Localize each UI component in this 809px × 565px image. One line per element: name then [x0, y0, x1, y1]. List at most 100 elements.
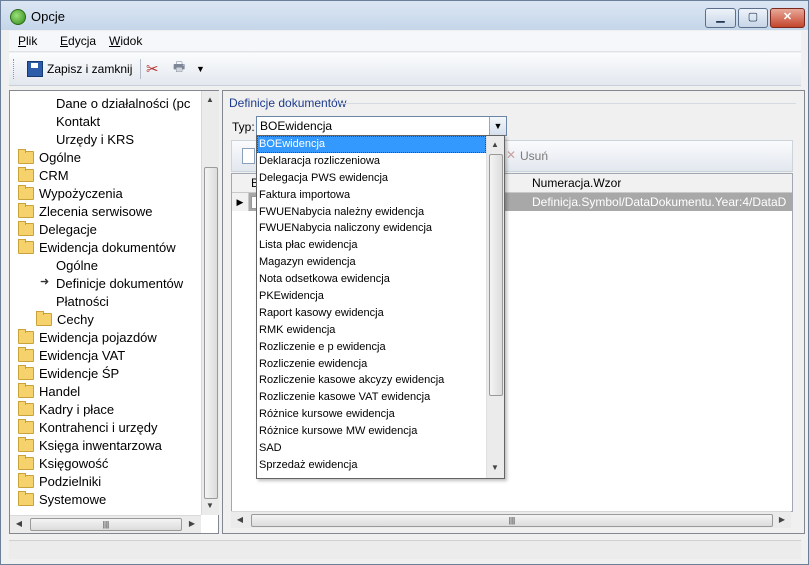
dropdown-scrollbar[interactable]: ▲ ▼ — [486, 136, 504, 478]
folder-icon — [18, 382, 34, 398]
tree-item[interactable]: Kontakt — [56, 112, 100, 130]
tree-item-label: Księga inwentarzowa — [39, 437, 162, 453]
tree-item-label: Wypożyczenia — [39, 185, 123, 201]
scroll-down-icon[interactable]: ▼ — [202, 498, 218, 514]
dropdown-option[interactable]: Rozliczenie e p ewidencja — [257, 339, 486, 356]
title-bar[interactable]: Opcje ▁ ▢ ✕ — [1, 1, 808, 30]
tree-item[interactable]: Kadry i płace — [18, 400, 114, 418]
dropdown-option[interactable]: Lista płac ewidencja — [257, 237, 486, 254]
tree-item-label: Księgowość — [39, 455, 109, 471]
menu-bar: Plik Edycja Widok — [9, 31, 801, 52]
folder-icon — [18, 490, 34, 506]
tree-item[interactable]: Ewidencja pojazdów — [18, 328, 157, 346]
close-button[interactable]: ✕ — [770, 8, 805, 28]
tree-item-label: Kontakt — [56, 113, 101, 129]
tree-item[interactable]: Delegacje — [18, 220, 97, 238]
toolbar: Zapisz i zamknij ✂ 🖶 ▼ — [9, 53, 801, 86]
dropdown-scroll-thumb[interactable] — [489, 154, 503, 396]
scroll-left-icon[interactable]: ◀ — [11, 516, 27, 532]
dropdown-option[interactable]: Nota odsetkowa ewidencja — [257, 271, 486, 288]
tree-item[interactable]: Kontrahenci i urzędy — [18, 418, 158, 436]
printer-icon[interactable]: 🖶 — [173, 59, 185, 79]
folder-icon — [18, 418, 34, 434]
dropdown-option[interactable]: Delegacja PWS ewidencja — [257, 170, 486, 187]
tree-item[interactable]: Handel — [18, 382, 80, 400]
folder-icon — [18, 454, 34, 470]
menu-edycja[interactable]: Edycja — [60, 34, 96, 48]
tree-hscroll-thumb[interactable]: ||| — [30, 518, 182, 531]
column-header-numeracja[interactable]: Numeracja.Wzor — [532, 176, 621, 190]
dropdown-scroll-up-icon[interactable]: ▲ — [487, 137, 503, 153]
tree-item[interactable]: Ogólne — [18, 148, 81, 166]
minimize-button[interactable]: ▁ — [705, 8, 736, 28]
status-bar — [9, 540, 801, 559]
tree-item[interactable]: Dane o działalności (pc — [56, 94, 190, 112]
delete-button[interactable]: Usuń — [520, 149, 548, 163]
dropdown-option[interactable]: Sprzedaż ewidencja — [257, 457, 486, 474]
dropdown-option[interactable]: RMK ewidencja — [257, 322, 486, 339]
dropdown-option[interactable]: Deklaracja rozliczeniowa — [257, 153, 486, 170]
dropdown-option[interactable]: Magazyn ewidencja — [257, 254, 486, 271]
tree-item[interactable]: CRM — [18, 166, 69, 184]
save-close-button[interactable]: Zapisz i zamknij — [27, 59, 132, 79]
tools-icon[interactable]: ✂ — [146, 59, 159, 79]
dropdown-option[interactable]: FWUENabycia naliczony ewidencja — [257, 220, 486, 237]
dropdown-option[interactable]: BOEwidencja — [257, 136, 486, 153]
dropdown-option[interactable]: PKEwidencja — [257, 288, 486, 305]
tree-item[interactable]: Ewidencja VAT — [18, 346, 125, 364]
tree-item-label: Ewidencja VAT — [39, 347, 126, 363]
dropdown-option[interactable]: Faktura importowa — [257, 187, 486, 204]
tree-item-label: Podzielniki — [39, 473, 102, 489]
dropdown-option[interactable]: SAD — [257, 440, 486, 457]
tree-item[interactable]: Podzielniki — [18, 472, 101, 490]
tree-item[interactable]: Zlecenia serwisowe — [18, 202, 152, 220]
folder-icon — [18, 148, 34, 164]
tree-item[interactable]: Urzędy i KRS — [56, 130, 134, 148]
tree-item[interactable]: Księgowość — [18, 454, 108, 472]
menu-plik[interactable]: Plik — [18, 34, 37, 48]
scroll-right-icon[interactable]: ▶ — [184, 516, 200, 532]
app-icon — [10, 9, 26, 25]
dropdown-option[interactable]: Rozliczenie ewidencja — [257, 356, 486, 373]
dropdown-option[interactable]: Różnice kursowe MW ewidencja — [257, 423, 486, 440]
dropdown-option[interactable]: Raport kasowy ewidencja — [257, 305, 486, 322]
folder-icon — [18, 472, 34, 488]
grid-scroll-right-icon[interactable]: ▶ — [774, 512, 790, 528]
dropdown-scroll-down-icon[interactable]: ▼ — [487, 460, 503, 476]
tree-item[interactable]: Ogólne — [56, 256, 98, 274]
tree-item-label: Dane o działalności (pc — [56, 95, 191, 111]
scroll-up-icon[interactable]: ▲ — [202, 92, 218, 108]
group-title: Definicje dokumentów — [229, 96, 347, 110]
tree-item[interactable]: Definicje dokumentów — [56, 274, 183, 292]
menu-widok[interactable]: Widok — [109, 34, 142, 48]
folder-icon — [18, 328, 34, 344]
tree-vertical-scrollbar[interactable]: ▲ ▼ — [201, 91, 219, 515]
tree-item[interactable]: Systemowe — [18, 490, 106, 508]
tree-item[interactable]: Księga inwentarzowa — [18, 436, 162, 454]
tree-item[interactable]: Płatności — [56, 292, 109, 310]
combo-arrow-icon[interactable]: ▼ — [489, 117, 506, 135]
grid-hscroll-thumb[interactable]: ||| — [251, 514, 773, 527]
toolbar-grip[interactable] — [13, 59, 17, 79]
grid-scroll-left-icon[interactable]: ◀ — [232, 512, 248, 528]
tree-item-label: CRM — [39, 167, 69, 183]
tree-scroll-thumb[interactable] — [204, 167, 218, 499]
grid-horizontal-scrollbar[interactable]: ◀ ||| ▶ — [231, 511, 791, 528]
print-dropdown-arrow-icon[interactable]: ▼ — [196, 59, 205, 79]
tree-item[interactable]: Ewidencje ŚP — [18, 364, 119, 382]
maximize-button[interactable]: ▢ — [738, 8, 768, 28]
tree-horizontal-scrollbar[interactable]: ◀ ||| ▶ — [10, 515, 201, 533]
dropdown-option[interactable]: Rozliczenie kasowe akcyzy ewidencja — [257, 372, 486, 389]
folder-icon — [18, 220, 34, 236]
new-document-icon[interactable] — [242, 148, 255, 164]
folder-icon — [18, 238, 34, 254]
dropdown-option[interactable]: Różnice kursowe ewidencja — [257, 406, 486, 423]
dropdown-option[interactable]: FWUENabycia należny ewidencja — [257, 204, 486, 221]
dropdown-option[interactable]: Rozliczenie kasowe VAT ewidencja — [257, 389, 486, 406]
tree-item[interactable]: Wypożyczenia — [18, 184, 123, 202]
toolbar-separator — [140, 59, 141, 79]
tree-item[interactable]: Cechy — [36, 310, 94, 328]
tree-item[interactable]: Ewidencja dokumentów — [18, 238, 176, 256]
typ-combobox[interactable]: BOEwidencja ▼ — [256, 116, 507, 136]
numeracja-cell: Definicja.Symbol/DataDokumentu.Year:4/Da… — [532, 195, 787, 209]
